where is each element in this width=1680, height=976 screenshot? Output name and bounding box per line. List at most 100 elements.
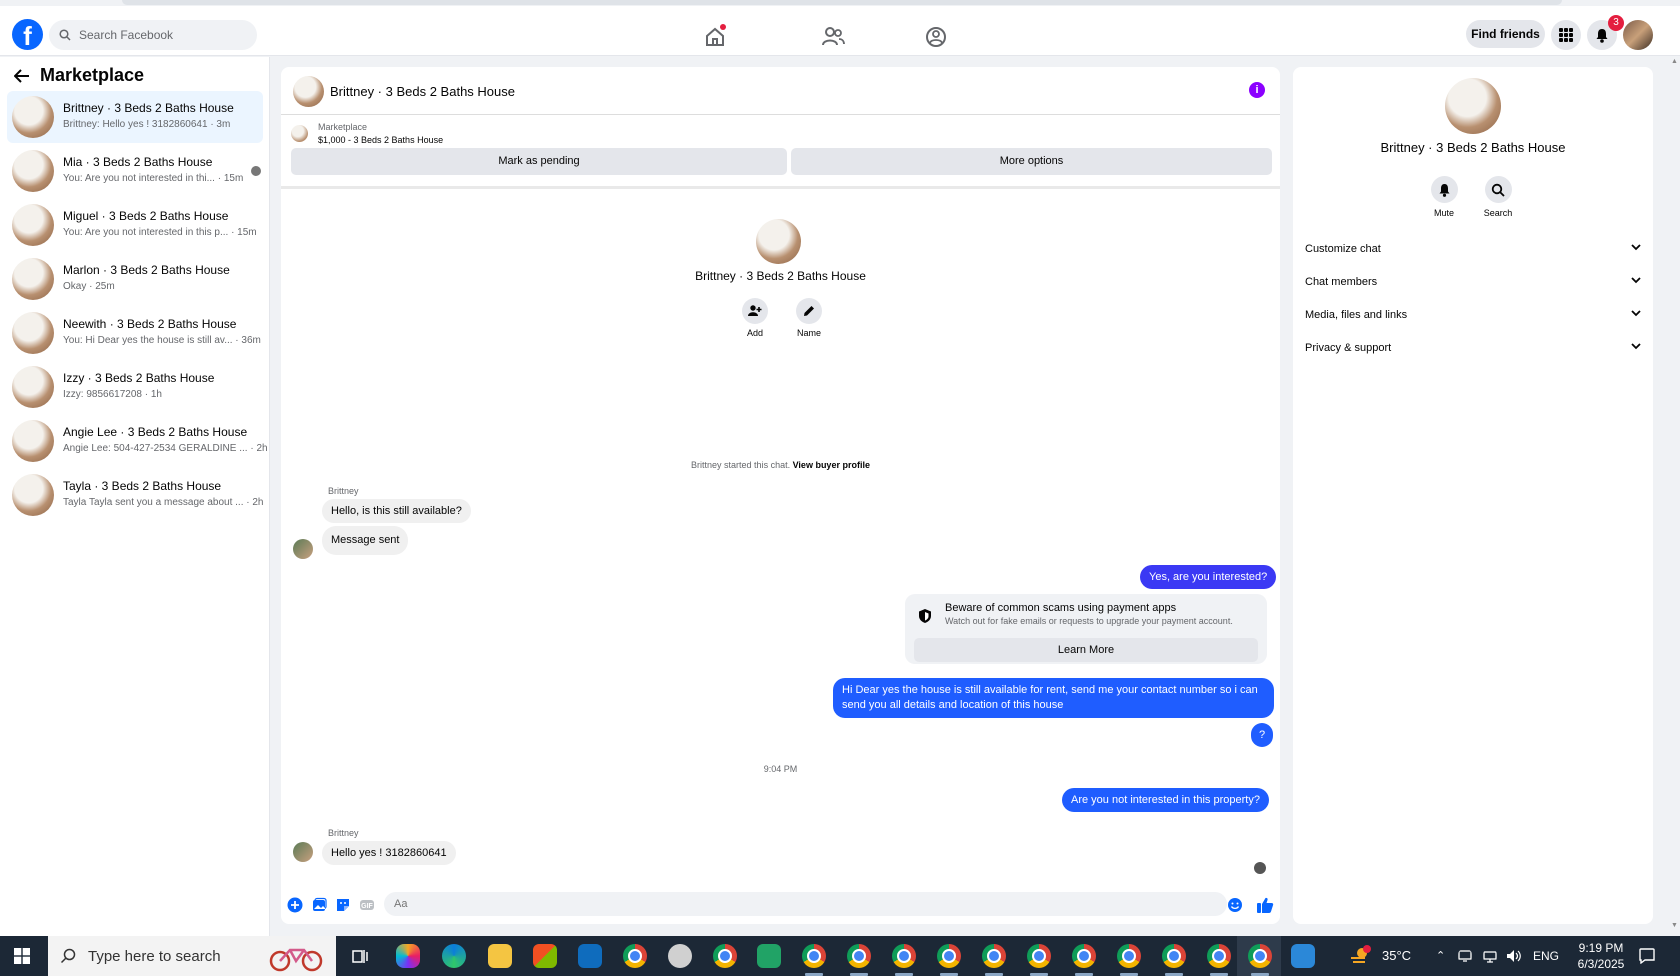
find-friends-button[interactable]: Find friends xyxy=(1466,20,1545,48)
language-indicator[interactable]: ENG xyxy=(1533,936,1559,976)
chrome-profile-icon[interactable] xyxy=(713,944,737,968)
taskbar-clock[interactable]: 9:19 PM 6/3/2025 xyxy=(1568,940,1634,972)
chat-details-panel: Brittney · 3 Beds 2 Baths House Mute Sea… xyxy=(1293,67,1653,924)
store-icon[interactable] xyxy=(533,944,557,968)
listing-price-title[interactable]: $1,000 - 3 Beds 2 Baths House xyxy=(318,135,443,145)
mute-button[interactable]: Mute xyxy=(1419,176,1469,218)
outlook-icon[interactable] xyxy=(578,944,602,968)
more-options-button[interactable]: More options xyxy=(791,148,1272,175)
customize-chat-row[interactable]: Customize chat xyxy=(1305,238,1641,260)
photos-icon[interactable] xyxy=(1291,944,1315,968)
chrome-icon[interactable] xyxy=(1207,944,1231,968)
chrome-icon[interactable] xyxy=(847,944,871,968)
chrome-icon[interactable] xyxy=(1117,944,1141,968)
back-arrow-icon[interactable] xyxy=(14,68,30,83)
conversation-name: Angie Lee · 3 Beds 2 Baths House xyxy=(63,425,248,439)
conversation-item[interactable]: Tayla · 3 Beds 2 Baths House Tayla Tayla… xyxy=(7,469,264,521)
plus-circle-icon[interactable] xyxy=(287,897,303,913)
copilot-icon[interactable] xyxy=(396,944,420,968)
scroll-down-arrow[interactable]: ▼ xyxy=(1671,922,1678,929)
conversation-item[interactable]: Angie Lee · 3 Beds 2 Baths House Angie L… xyxy=(7,415,268,467)
outgoing-message[interactable]: Hi Dear yes the house is still available… xyxy=(833,678,1274,718)
conversation-item[interactable]: Mia · 3 Beds 2 Baths House You: Are you … xyxy=(7,145,263,197)
groups-icon[interactable] xyxy=(923,24,949,50)
temperature[interactable]: 35°C xyxy=(1382,936,1411,976)
facebook-logo[interactable]: f xyxy=(12,19,43,50)
volume-icon[interactable] xyxy=(1506,949,1522,963)
listing-thumbnail xyxy=(12,312,54,354)
conversation-item[interactable]: Marlon · 3 Beds 2 Baths House Okay · 25m xyxy=(7,253,263,305)
chrome-icon[interactable] xyxy=(802,944,826,968)
outgoing-message[interactable]: ? xyxy=(1251,723,1274,747)
apps-grid-icon xyxy=(1559,28,1573,42)
search-in-chat-button[interactable]: Search xyxy=(1473,176,1523,218)
page-scrollbar[interactable]: ▲ ▼ xyxy=(1668,56,1680,936)
conversation-item[interactable]: Izzy · 3 Beds 2 Baths House Izzy: 985661… xyxy=(7,361,263,413)
chrome-icon[interactable] xyxy=(1027,944,1051,968)
mark-as-pending-button[interactable]: Mark as pending xyxy=(291,148,787,175)
taskbar-search-input[interactable]: Type here to search xyxy=(88,948,221,965)
chrome-icon[interactable] xyxy=(892,944,916,968)
home-icon[interactable] xyxy=(702,24,728,50)
sender-avatar[interactable] xyxy=(293,842,313,862)
sidebar-header: Marketplace xyxy=(14,65,144,86)
outgoing-message[interactable]: Yes, are you interested? xyxy=(1140,565,1277,589)
chat-members-row[interactable]: Chat members xyxy=(1305,271,1641,293)
file-explorer-icon[interactable] xyxy=(488,944,512,968)
photo-icon[interactable] xyxy=(311,897,327,913)
search-input[interactable]: Search Facebook xyxy=(79,28,173,42)
search-box[interactable]: Search Facebook xyxy=(49,20,257,50)
menu-button[interactable] xyxy=(1551,20,1581,50)
learn-more-button[interactable]: Learn More xyxy=(914,638,1258,662)
display-tray-icon[interactable] xyxy=(1483,949,1497,963)
add-people-button[interactable]: Add xyxy=(735,298,775,338)
message-input[interactable] xyxy=(384,892,1227,916)
chevron-down-icon xyxy=(1631,310,1641,317)
chrome-icon[interactable] xyxy=(937,944,961,968)
chrome-icon[interactable] xyxy=(1162,944,1186,968)
incoming-message[interactable]: Hello, is this still available? xyxy=(322,499,471,523)
name-chat-button[interactable]: Name xyxy=(789,298,829,338)
privacy-support-row[interactable]: Privacy & support xyxy=(1305,337,1641,359)
chat-header-thumbnail[interactable] xyxy=(293,76,324,107)
outgoing-message[interactable]: Are you not interested in this property? xyxy=(1062,788,1269,812)
incoming-message[interactable]: Message sent xyxy=(322,526,409,555)
tray-chevron-icon[interactable]: ⌃ xyxy=(1436,936,1445,976)
media-files-links-row[interactable]: Media, files and links xyxy=(1305,304,1641,326)
conversation-preview: Okay · 25m xyxy=(63,281,115,292)
info-icon[interactable]: i xyxy=(1249,82,1265,98)
thumbs-up-icon[interactable] xyxy=(1256,896,1274,914)
weather-icon[interactable] xyxy=(1348,944,1372,968)
chrome-active-icon[interactable] xyxy=(1248,944,1272,968)
conversation-item[interactable]: Neewith · 3 Beds 2 Baths House You: Hi D… xyxy=(7,307,263,359)
chrome-icon[interactable] xyxy=(623,944,647,968)
chevron-down-icon xyxy=(1631,277,1641,284)
row-label: Chat members xyxy=(1305,276,1378,288)
edge-icon[interactable] xyxy=(442,944,466,968)
task-view-icon[interactable] xyxy=(348,944,372,968)
chrome-icon[interactable] xyxy=(982,944,1006,968)
conversation-item[interactable]: Brittney · 3 Beds 2 Baths House Brittney… xyxy=(7,91,263,143)
conversation-preview: You: Are you not interested in this p...… xyxy=(63,227,257,238)
spreadsheet-icon[interactable] xyxy=(757,944,781,968)
profile-avatar[interactable] xyxy=(1623,20,1653,50)
chrome-icon[interactable] xyxy=(1072,944,1096,968)
bell-icon xyxy=(1596,28,1608,43)
listing-thumbnail xyxy=(12,366,54,408)
sticker-icon[interactable] xyxy=(335,897,351,913)
windows-start-icon[interactable] xyxy=(14,948,30,964)
marketplace-label: Marketplace xyxy=(318,122,368,132)
chat-header: Brittney · 3 Beds 2 Baths House i xyxy=(281,67,1280,115)
conversation-item[interactable]: Miguel · 3 Beds 2 Baths House You: Are y… xyxy=(7,199,263,251)
app-icon[interactable] xyxy=(668,944,692,968)
sender-avatar[interactable] xyxy=(293,539,313,559)
gif-icon[interactable]: GIF xyxy=(359,897,375,913)
notification-center-icon[interactable] xyxy=(1638,947,1656,965)
network-tray-icon[interactable] xyxy=(1458,949,1472,963)
scroll-up-arrow[interactable]: ▲ xyxy=(1671,58,1678,65)
incoming-message[interactable]: Hello yes ! 3182860641 xyxy=(322,841,456,865)
view-buyer-profile-link[interactable]: View buyer profile xyxy=(793,460,870,470)
friends-icon[interactable] xyxy=(820,24,846,50)
emoji-icon[interactable] xyxy=(1227,897,1243,913)
chat-header-title[interactable]: Brittney · 3 Beds 2 Baths House xyxy=(330,84,515,99)
